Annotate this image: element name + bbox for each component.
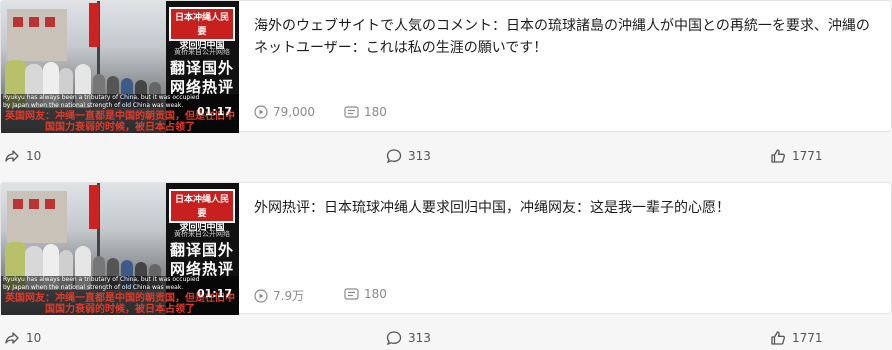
share-count: 10 <box>26 331 42 345</box>
video-duration: 01:17 <box>197 105 233 118</box>
view-count-value: 79,000 <box>273 105 315 119</box>
thumbnail-badge: 日本冲绳人民要 求回归中国 <box>169 7 235 51</box>
video-title[interactable]: 外网热评：日本琉球冲绳人要求回归中国，冲绳网友：这是我一辈子的心愿！ <box>254 197 879 219</box>
post-actions: 10 313 1771 <box>0 320 892 350</box>
thumbnail-badge: 日本冲绳人民要 求回归中国 <box>169 189 235 233</box>
thumbnail-banner <box>89 3 99 47</box>
comment-count: 313 <box>408 149 431 163</box>
view-count-value: 7.9万 <box>273 289 305 303</box>
subtitle-english: Ryukyu has always been a tributary of Ch… <box>3 94 200 109</box>
thumbnail-banner <box>89 185 99 229</box>
post-actions: 10 313 1771 <box>0 138 892 178</box>
comment-icon <box>386 149 402 164</box>
thumbs-up-icon <box>771 149 786 163</box>
thumbnail-tagline: 黄桥来自公开网络 <box>174 230 230 238</box>
share-icon <box>5 332 19 344</box>
video-thumbnail[interactable]: 日本冲绳人民要 求回归中国 黄桥来自公开网络 翻译国外 网络热评 Ryukyu … <box>1 1 239 133</box>
danmaku-icon <box>344 106 359 118</box>
like-count: 1771 <box>792 331 823 345</box>
like-button[interactable]: 1771 <box>770 330 823 346</box>
like-count: 1771 <box>792 149 823 163</box>
danmaku-count-value: 180 <box>364 287 387 301</box>
comment-icon <box>386 331 402 346</box>
view-count: 7.9万 <box>254 287 304 304</box>
share-count: 10 <box>26 149 42 163</box>
share-button[interactable]: 10 <box>4 148 41 164</box>
video-duration: 01:17 <box>197 287 233 300</box>
video-card[interactable]: 日本冲绳人民要 求回归中国 黄桥来自公开网络 翻译国外 网络热评 Ryukyu … <box>0 182 892 315</box>
danmaku-count: 180 <box>344 287 387 301</box>
comment-button[interactable]: 313 <box>386 148 431 164</box>
like-button[interactable]: 1771 <box>770 148 823 164</box>
thumbnail-big-title: 翻译国外 网络热评 <box>169 241 234 278</box>
thumbs-up-icon <box>771 331 786 345</box>
video-card[interactable]: 日本冲绳人民要 求回归中国 黄桥来自公开网络 翻译国外 网络热评 Ryukyu … <box>0 0 892 133</box>
share-icon <box>5 150 19 162</box>
share-button[interactable]: 10 <box>4 330 41 346</box>
view-count: 79,000 <box>254 105 315 119</box>
play-count-icon <box>254 105 268 119</box>
danmaku-icon <box>344 288 359 300</box>
thumbnail-big-title: 翻译国外 网络热评 <box>169 59 234 96</box>
subtitle-english: Ryukyu has always been a tributary of Ch… <box>3 276 200 291</box>
danmaku-count: 180 <box>344 105 387 119</box>
play-count-icon <box>254 288 268 303</box>
comment-button[interactable]: 313 <box>386 330 431 346</box>
thumbnail-tagline: 黄桥来自公开网络 <box>174 48 230 56</box>
comment-count: 313 <box>408 331 431 345</box>
video-thumbnail[interactable]: 日本冲绳人民要 求回归中国 黄桥来自公开网络 翻译国外 网络热评 Ryukyu … <box>1 183 239 315</box>
video-title[interactable]: 海外のウェブサイトで人気のコメント：日本の琉球諸島の沖縄人が中国との再統一を要求… <box>254 15 879 59</box>
danmaku-count-value: 180 <box>364 105 387 119</box>
